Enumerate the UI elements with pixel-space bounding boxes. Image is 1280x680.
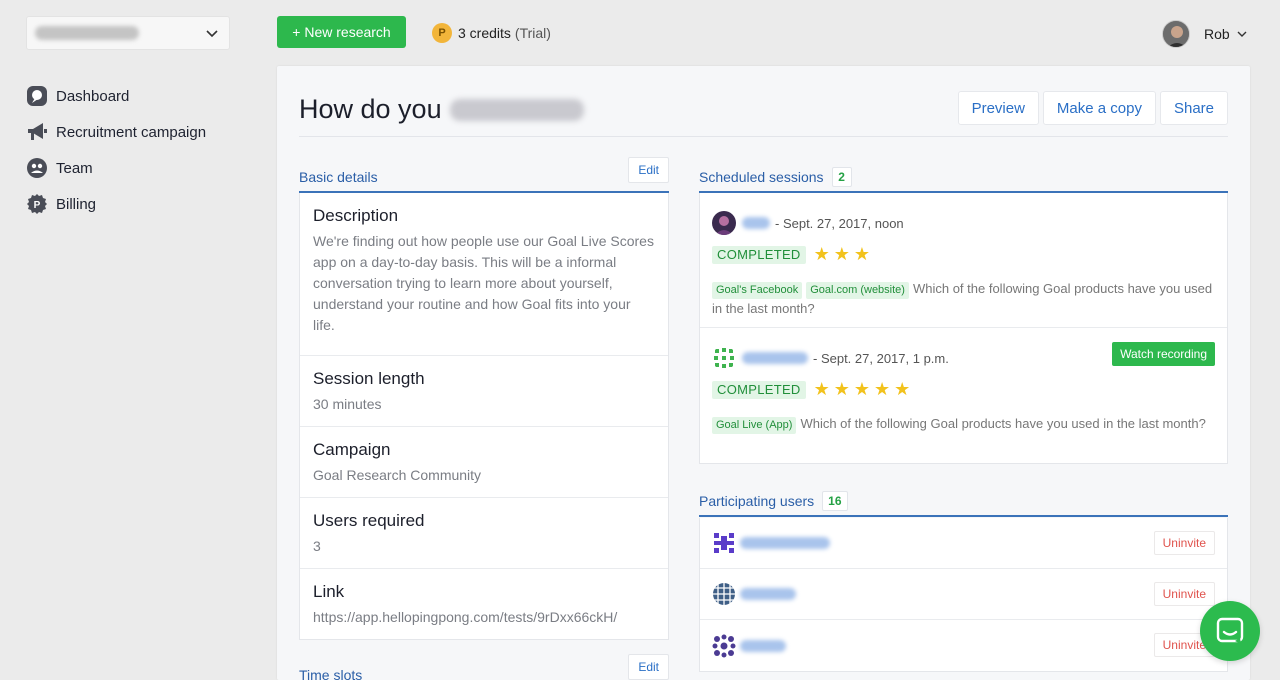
sidebar-item-billing[interactable]: P Billing <box>26 186 206 222</box>
sidebar-item-label: Team <box>56 159 93 177</box>
chevron-down-icon <box>1237 31 1247 37</box>
new-research-button[interactable]: + New research <box>277 16 406 48</box>
credits-trial-label: (Trial) <box>514 25 551 41</box>
detail-row-session-length: Session length 30 minutes <box>300 356 668 427</box>
research-panel: How do you Preview Make a copy Share Bas… <box>277 66 1250 680</box>
participant-name-redacted[interactable] <box>742 352 808 364</box>
source-tag: Goal Live (App) <box>712 417 797 434</box>
detail-value: 30 minutes <box>313 396 382 412</box>
make-copy-button[interactable]: Make a copy <box>1042 91 1156 125</box>
credits-text: 3 credits <box>458 25 511 41</box>
dashboard-icon <box>26 85 48 107</box>
screener-answer: Which of the following Goal products hav… <box>800 416 1206 431</box>
sidebar-item-label: Dashboard <box>56 87 130 105</box>
participant-avatar <box>712 582 736 606</box>
basic-details-panel: Description We're finding out how people… <box>299 193 669 640</box>
svg-text:P: P <box>34 200 41 211</box>
participants-count-badge: 16 <box>822 491 848 511</box>
detail-value: Goal Research Community <box>313 467 482 483</box>
section-title: Scheduled sessions <box>699 169 824 185</box>
credit-coin-icon: P <box>432 23 452 43</box>
sidebar-item-label: Recruitment campaign <box>56 123 207 141</box>
participating-users-panel: Uninvite Uninvite Uninvite <box>699 518 1228 672</box>
uninvite-button[interactable]: Uninvite <box>1153 531 1215 555</box>
megaphone-icon <box>26 121 48 143</box>
credits-indicator: P 3 credits (Trial) <box>432 23 551 43</box>
research-actions: Preview Make a copy Share <box>957 91 1228 125</box>
detail-row-campaign: Campaign Goal Research Community <box>300 427 668 498</box>
sidebar-nav: Dashboard Recruitment campaign Team P Bi… <box>26 78 206 222</box>
detail-row-users-required: Users required 3 <box>300 498 668 569</box>
rating-stars: ★★★★★ <box>813 379 915 399</box>
uninvite-button[interactable]: Uninvite <box>1153 582 1215 606</box>
session-item: - Sept. 27, 2017, noon COMPLETED ★★★ Goa… <box>700 193 1227 328</box>
chat-launcher-button[interactable] <box>1200 601 1260 661</box>
sidebar-item-recruitment-campaign[interactable]: Recruitment campaign <box>26 114 206 150</box>
detail-row-description: Description We're finding out how people… <box>300 193 668 356</box>
detail-label: Description <box>313 206 399 225</box>
source-tag: Goal's Facebook <box>712 282 803 299</box>
detail-label: Session length <box>313 369 425 388</box>
sidebar-item-label: Billing <box>56 195 97 213</box>
detail-label: Users required <box>313 511 425 530</box>
section-title: Time slots <box>299 667 363 680</box>
participant-name-redacted[interactable] <box>742 217 770 229</box>
time-slots-header: Time slots Edit <box>299 654 669 680</box>
preview-button[interactable]: Preview <box>957 91 1039 125</box>
org-name-redacted <box>35 26 139 40</box>
sessions-count-badge: 2 <box>831 167 852 187</box>
scheduled-sessions-panel: - Sept. 27, 2017, noon COMPLETED ★★★ Goa… <box>699 193 1228 464</box>
page-title-text: How do you <box>299 94 442 124</box>
scheduled-sessions-header: Scheduled sessions 2 <box>699 163 1228 193</box>
section-title: Participating users <box>699 493 815 509</box>
participant-name-redacted[interactable] <box>740 588 796 600</box>
participant-avatar <box>712 531 736 555</box>
chat-icon <box>1216 617 1244 644</box>
sidebar-item-team[interactable]: Team <box>26 150 206 186</box>
list-item: Uninvite <box>700 569 1227 620</box>
section-title: Basic details <box>299 169 378 185</box>
session-datetime: - Sept. 27, 2017, 1 p.m. <box>813 350 949 366</box>
edit-time-slots-button[interactable]: Edit <box>628 654 669 680</box>
participating-users-header: Participating users 16 <box>699 487 1228 517</box>
billing-icon: P <box>26 193 48 215</box>
page-title: How do you <box>299 94 584 125</box>
list-item: Uninvite <box>700 620 1227 671</box>
edit-basic-details-button[interactable]: Edit <box>628 157 669 183</box>
detail-value: We're finding out how people use our Goa… <box>313 233 654 333</box>
detail-value: 3 <box>313 538 321 554</box>
rating-stars: ★★★ <box>813 244 875 264</box>
divider <box>299 136 1228 137</box>
participant-avatar <box>712 634 736 658</box>
org-select[interactable] <box>26 16 230 50</box>
participant-avatar <box>712 211 736 235</box>
source-tag: Goal.com (website) <box>806 282 909 299</box>
list-item: Uninvite <box>700 518 1227 569</box>
share-button[interactable]: Share <box>1159 91 1228 125</box>
detail-label: Link <box>313 582 345 601</box>
chevron-down-icon <box>206 30 218 38</box>
participant-avatar <box>712 346 736 370</box>
team-icon <box>26 157 48 179</box>
avatar <box>1162 20 1190 48</box>
page-title-redacted <box>449 98 584 121</box>
sidebar-item-dashboard[interactable]: Dashboard <box>26 78 206 114</box>
participant-name-redacted[interactable] <box>740 639 786 652</box>
watch-recording-button[interactable]: Watch recording <box>1112 342 1215 366</box>
participant-name-redacted[interactable] <box>740 537 830 549</box>
user-menu[interactable]: Rob <box>1162 20 1248 48</box>
detail-row-link: Link https://app.hellopingpong.com/tests… <box>300 569 668 639</box>
session-datetime: - Sept. 27, 2017, noon <box>775 215 904 231</box>
detail-label: Campaign <box>313 440 391 459</box>
basic-details-header: Basic details Edit <box>299 157 669 193</box>
user-name: Rob <box>1204 26 1230 42</box>
research-link[interactable]: https://app.hellopingpong.com/tests/9rDx… <box>313 607 655 628</box>
session-item: - Sept. 27, 2017, 1 p.m. Watch recording… <box>700 328 1227 463</box>
status-badge: COMPLETED <box>712 245 806 264</box>
status-badge: COMPLETED <box>712 380 806 399</box>
